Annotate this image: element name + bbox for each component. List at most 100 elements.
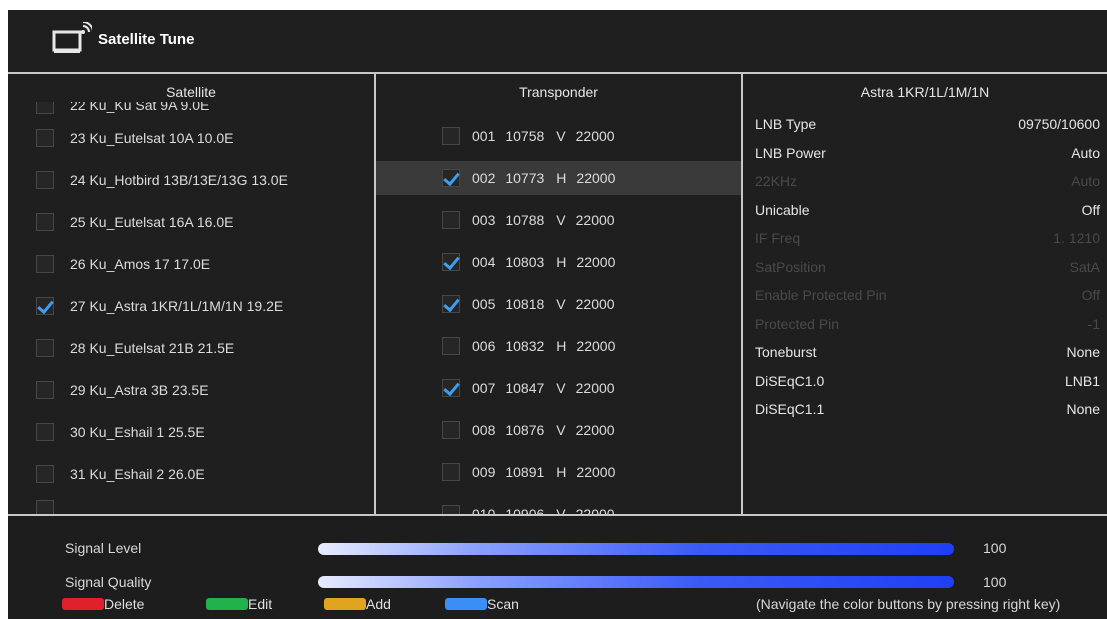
transponder-freq: 10891 <box>505 464 545 480</box>
setting-row[interactable]: DiSEqC1.1 None <box>755 401 1100 421</box>
checkbox[interactable] <box>442 337 460 355</box>
setting-row[interactable]: Unicable Off <box>755 202 1100 222</box>
red-key-icon <box>62 598 104 610</box>
list-item[interactable]: 29 Ku_Astra 3B 23.5E <box>36 375 366 405</box>
list-item[interactable]: 24 Ku_Hotbird 13B/13E/13G 13.0E <box>36 165 366 195</box>
list-item[interactable]: 26 Ku_Amos 17 17.0E <box>36 249 366 279</box>
checkbox-checked[interactable] <box>442 169 460 187</box>
checkbox[interactable] <box>36 423 54 441</box>
transponder-sr: 22000 <box>575 380 615 396</box>
checkbox[interactable] <box>36 381 54 399</box>
transponder-sr: 22000 <box>576 254 616 270</box>
checkbox[interactable] <box>36 339 54 357</box>
setting-row: 22KHz Auto <box>755 173 1100 193</box>
setting-row[interactable]: LNB Power Auto <box>755 145 1100 165</box>
satellite-panel-title: Satellite <box>166 84 216 100</box>
list-item-partial[interactable]: 22 Ku_Ku Sat 9A 9.0E <box>36 102 366 122</box>
checkbox[interactable] <box>36 465 54 483</box>
transponder-num: 010 <box>472 506 496 514</box>
transponder-row[interactable]: 005 10818 V 22000 <box>376 287 741 321</box>
transponder-sr: 22000 <box>575 506 615 514</box>
list-item[interactable]: 31 Ku_Eshail 2 26.0E <box>36 459 366 489</box>
satellite-label: 27 Ku_Astra 1KR/1L/1M/1N 19.2E <box>70 298 284 314</box>
checkbox-checked[interactable] <box>36 297 54 315</box>
signal-level-bar <box>318 543 954 555</box>
checkbox[interactable] <box>36 102 54 114</box>
tv-satellite-icon <box>52 21 94 58</box>
transponder-row[interactable]: 001 10758 V 22000 <box>376 119 741 153</box>
satellite-label: 31 Ku_Eshail 2 26.0E <box>70 466 205 482</box>
checkbox[interactable] <box>36 213 54 231</box>
setting-row[interactable]: DiSEqC1.0 LNB1 <box>755 373 1100 393</box>
yellow-key-icon <box>324 598 366 610</box>
transponder-row[interactable]: 010 10906 V 22000 <box>376 497 741 514</box>
lnb-settings-panel: Astra 1KR/1L/1M/1N LNB Type 09750/10600 LN… <box>743 74 1107 514</box>
checkbox[interactable] <box>442 463 460 481</box>
transponder-sr: 22000 <box>576 338 616 354</box>
setting-row: SatPosition SatA <box>755 259 1100 279</box>
checkbox-checked[interactable] <box>442 379 460 397</box>
signal-level-value: 100 <box>983 540 1007 556</box>
transponder-row[interactable]: 009 10891 H 22000 <box>376 455 741 489</box>
edit-button[interactable]: Edit <box>206 596 272 612</box>
transponder-pol: H <box>556 254 567 270</box>
setting-value: None <box>1066 344 1100 360</box>
setting-value: SatA <box>1069 258 1100 275</box>
satellite-panel: Satellite 22 Ku_Ku Sat 9A 9.0E 23 Ku_Eut… <box>8 74 374 514</box>
satellite-label: 22 Ku_Ku Sat 9A 9.0E <box>70 102 210 113</box>
checkbox[interactable] <box>36 171 54 189</box>
delete-button[interactable]: Delete <box>62 596 144 612</box>
signal-area: Signal Level 100 Signal Quality 100 Dele… <box>8 514 1107 619</box>
checkbox-checked[interactable] <box>442 253 460 271</box>
setting-row[interactable]: LNB Type 09750/10600 <box>755 116 1100 136</box>
setting-row[interactable]: Toneburst None <box>755 344 1100 364</box>
transponder-panel-title: Transponder <box>519 84 598 100</box>
transponder-pol: V <box>556 506 566 514</box>
transponder-num: 008 <box>472 422 496 438</box>
setting-label: IF Freq <box>755 230 801 246</box>
checkbox[interactable] <box>442 421 460 439</box>
transponder-num: 009 <box>472 464 496 480</box>
list-item[interactable]: 27 Ku_Astra 1KR/1L/1M/1N 19.2E <box>36 291 366 321</box>
setting-label: SatPosition <box>755 258 826 275</box>
satellite-label: 29 Ku_Astra 3B 23.5E <box>70 382 209 398</box>
transponder-row[interactable]: 003 10788 V 22000 <box>376 203 741 237</box>
transponder-pol: V <box>556 380 566 396</box>
setting-label: Protected Pin <box>755 315 840 332</box>
list-item[interactable]: 25 Ku_Eutelsat 16A 16.0E <box>36 207 366 237</box>
transponder-pol: H <box>556 464 567 480</box>
checkbox[interactable] <box>36 129 54 147</box>
list-item[interactable]: 23 Ku_Eutelsat 10A 10.0E <box>36 123 366 153</box>
add-label: Add <box>366 596 391 612</box>
checkbox[interactable] <box>442 505 460 514</box>
checkbox[interactable] <box>442 127 460 145</box>
setting-label: DiSEqC1.0 <box>755 372 825 389</box>
transponder-freq: 10847 <box>505 380 545 396</box>
setting-value: Off <box>1081 201 1100 218</box>
checkbox-checked[interactable] <box>442 295 460 313</box>
checkbox[interactable] <box>36 500 54 514</box>
signal-level-label: Signal Level <box>65 540 142 556</box>
transponder-row[interactable]: 004 10803 H 22000 <box>376 245 741 279</box>
list-item[interactable]: 28 Ku_Eutelsat 21B 21.5E <box>36 333 366 363</box>
transponder-row-selected[interactable]: 002 10773 H 22000 <box>376 161 741 195</box>
transponder-freq: 10832 <box>505 338 545 354</box>
transponder-row[interactable]: 008 10876 V 22000 <box>376 413 741 447</box>
setting-value: Off <box>1081 287 1100 303</box>
transponder-freq: 10773 <box>505 170 545 186</box>
list-item[interactable]: 30 Ku_Eshail 1 25.5E <box>36 417 366 447</box>
list-item-partial-bottom[interactable] <box>36 500 366 514</box>
transponder-num: 003 <box>472 212 496 228</box>
blue-key-icon <box>445 598 487 610</box>
transponder-sr: 22000 <box>575 422 615 438</box>
scan-label: Scan <box>487 596 519 612</box>
checkbox[interactable] <box>36 255 54 273</box>
transponder-num: 005 <box>472 296 496 312</box>
transponder-row[interactable]: 006 10832 H 22000 <box>376 329 741 363</box>
transponder-row[interactable]: 007 10847 V 22000 <box>376 371 741 405</box>
transponder-panel: Transponder 001 10758 V 22000 002 10773 H 22000… <box>376 74 741 514</box>
setting-label: DiSEqC1.1 <box>755 401 825 417</box>
scan-button[interactable]: Scan <box>445 596 519 612</box>
checkbox[interactable] <box>442 211 460 229</box>
add-button[interactable]: Add <box>324 596 391 612</box>
